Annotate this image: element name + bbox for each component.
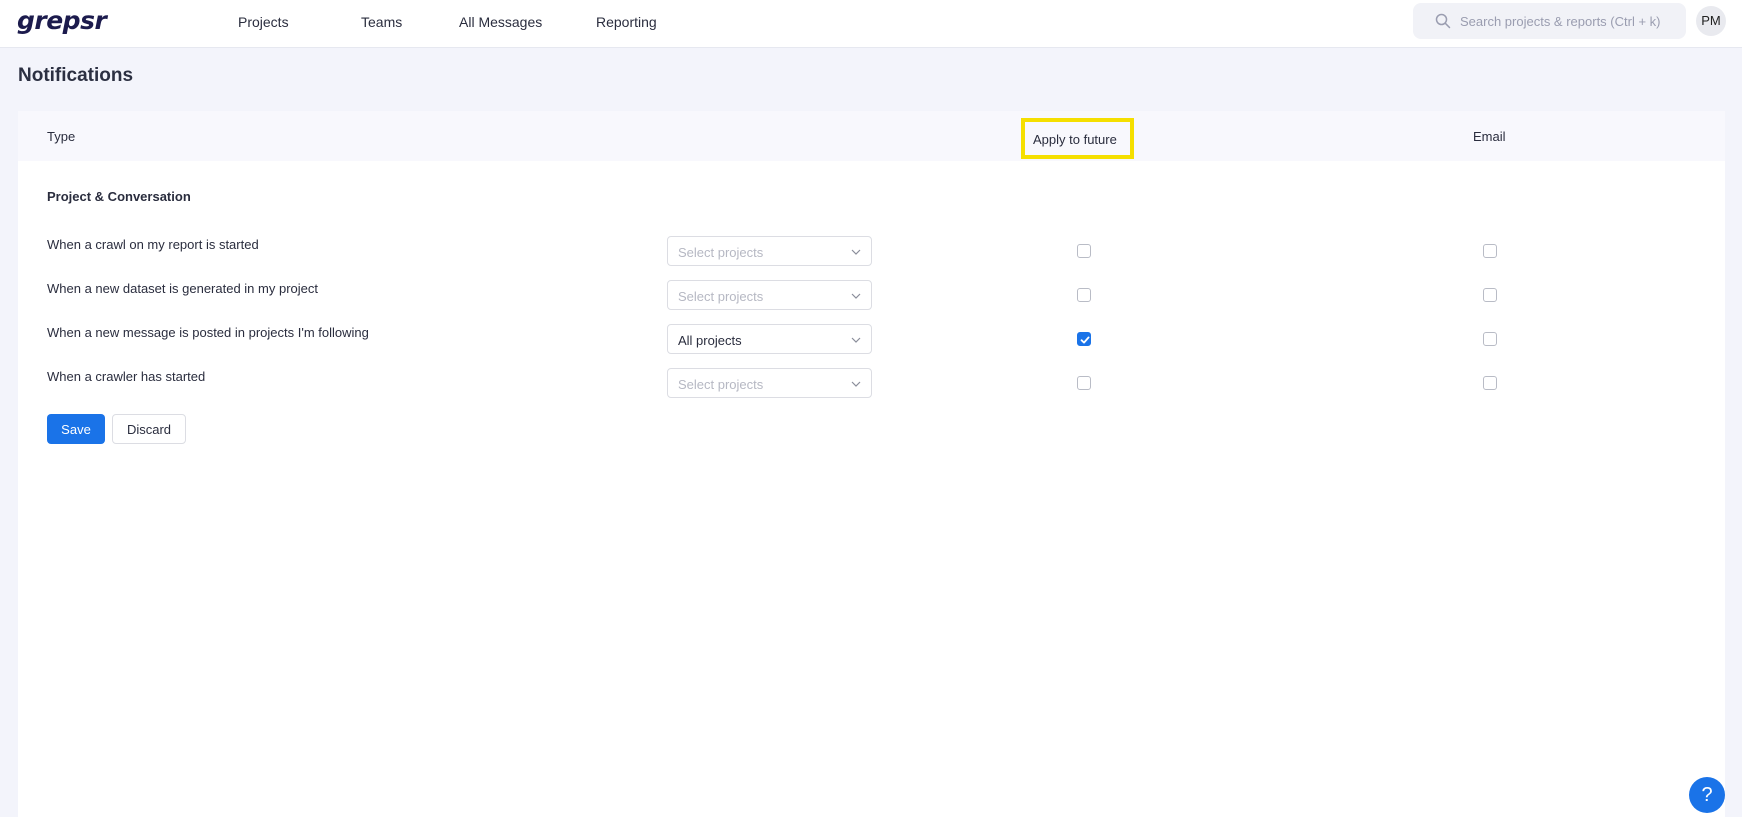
chevron-down-icon bbox=[851, 337, 861, 343]
project-select-value: Select projects bbox=[678, 377, 764, 392]
search-input[interactable] bbox=[1460, 3, 1678, 39]
chevron-down-icon bbox=[851, 293, 861, 299]
nav-all-messages[interactable]: All Messages bbox=[459, 14, 542, 30]
notification-label: When a new dataset is generated in my pr… bbox=[47, 281, 318, 296]
apply-to-future-checkbox[interactable] bbox=[1077, 288, 1091, 302]
chevron-down-icon bbox=[851, 249, 861, 255]
nav-teams[interactable]: Teams bbox=[361, 14, 402, 30]
nav-projects[interactable]: Projects bbox=[238, 14, 289, 30]
project-select[interactable]: Select projects bbox=[667, 236, 872, 266]
search-box[interactable] bbox=[1413, 3, 1686, 39]
notification-row: When a crawler has started Select projec… bbox=[18, 365, 1725, 398]
section-title: Project & Conversation bbox=[47, 189, 191, 204]
email-checkbox[interactable] bbox=[1483, 288, 1497, 302]
apply-to-future-checkbox[interactable] bbox=[1077, 332, 1091, 346]
email-checkbox[interactable] bbox=[1483, 376, 1497, 390]
grepsr-logo[interactable]: grepsr bbox=[17, 6, 107, 35]
top-navigation-bar: grepsr Projects Teams All Messages Repor… bbox=[0, 0, 1742, 48]
help-button[interactable]: ? bbox=[1689, 777, 1725, 813]
apply-to-future-highlight: Apply to future bbox=[1021, 118, 1134, 159]
discard-button[interactable]: Discard bbox=[112, 414, 186, 444]
notification-label: When a crawler has started bbox=[47, 369, 206, 384]
project-select[interactable]: Select projects bbox=[667, 368, 872, 398]
user-avatar[interactable]: PM bbox=[1696, 6, 1726, 36]
email-checkbox[interactable] bbox=[1483, 332, 1497, 346]
project-select-value: Select projects bbox=[678, 245, 764, 260]
project-select-value: Select projects bbox=[678, 289, 764, 304]
checkmark-icon bbox=[1080, 336, 1090, 344]
notification-row: When a new dataset is generated in my pr… bbox=[18, 277, 1725, 310]
apply-to-future-checkbox[interactable] bbox=[1077, 244, 1091, 258]
project-select-value: All projects bbox=[678, 333, 742, 348]
notification-label: When a new message is posted in projects… bbox=[47, 325, 369, 340]
search-icon bbox=[1435, 13, 1451, 29]
column-header-email: Email bbox=[1473, 129, 1506, 144]
project-select[interactable]: Select projects bbox=[667, 280, 872, 310]
chevron-down-icon bbox=[851, 381, 861, 387]
notification-label: When a crawl on my report is started bbox=[47, 237, 259, 252]
page-title: Notifications bbox=[18, 65, 134, 86]
notification-row: When a crawl on my report is started Sel… bbox=[18, 233, 1725, 266]
apply-to-future-checkbox[interactable] bbox=[1077, 376, 1091, 390]
table-header: Type Apply to future Email bbox=[18, 111, 1725, 161]
email-checkbox[interactable] bbox=[1483, 244, 1497, 258]
notifications-card: Type Apply to future Email Project & Con… bbox=[18, 111, 1725, 817]
notification-row: When a new message is posted in projects… bbox=[18, 321, 1725, 354]
project-select[interactable]: All projects bbox=[667, 324, 872, 354]
save-button[interactable]: Save bbox=[47, 414, 105, 444]
column-header-type: Type bbox=[47, 129, 76, 144]
column-header-apply-to-future: Apply to future bbox=[1033, 132, 1117, 147]
nav-reporting[interactable]: Reporting bbox=[596, 14, 657, 30]
